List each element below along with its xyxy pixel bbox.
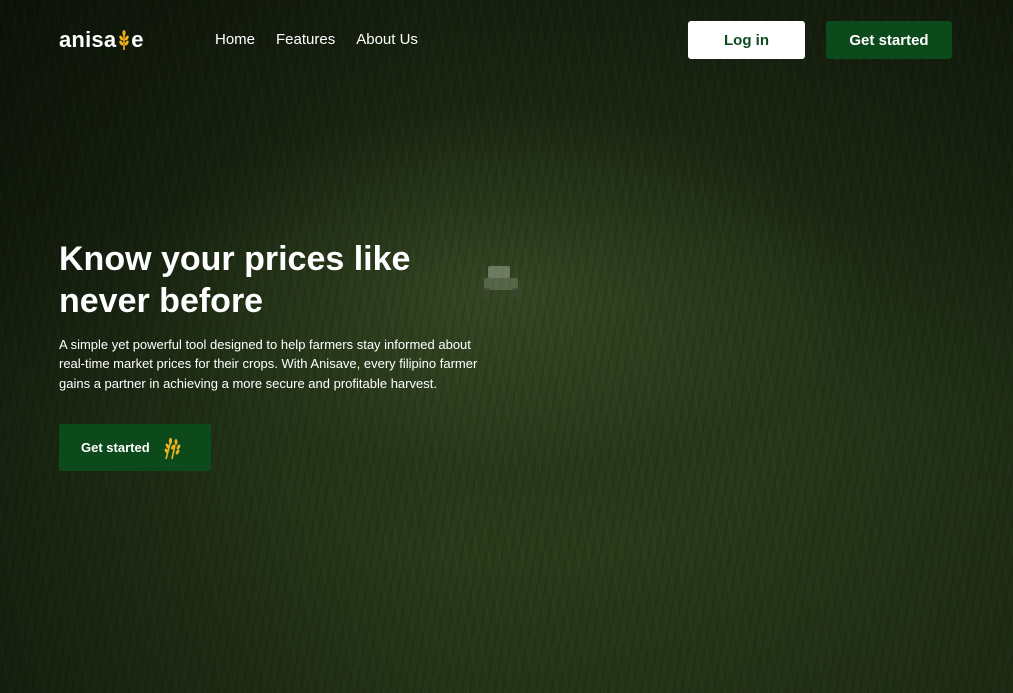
landing-page: anisa e Home Features About Us Log in Ge…	[0, 0, 1013, 693]
logo-text-end: e	[131, 27, 144, 52]
login-button[interactable]: Log in	[688, 21, 805, 59]
nav-get-started-button[interactable]: Get started	[826, 21, 952, 59]
brand-logo[interactable]: anisa e	[59, 26, 144, 54]
wheat-icon	[119, 30, 129, 50]
top-navigation: anisa e Home Features About Us Log in Ge…	[0, 0, 1013, 82]
logo-text-start: anisa	[59, 27, 117, 52]
nav-links: Home Features About Us	[215, 31, 418, 48]
hero-get-started-label: Get started	[81, 440, 150, 455]
wheat-icon	[164, 437, 181, 459]
hero-get-started-button[interactable]: Get started	[59, 424, 211, 471]
nav-link-home[interactable]: Home	[215, 31, 255, 48]
hero-title: Know your prices like never before	[59, 240, 411, 320]
nav-link-about-us[interactable]: About Us	[356, 31, 418, 48]
hero-description: A simple yet powerful tool designed to h…	[59, 337, 478, 391]
nav-link-features[interactable]: Features	[276, 31, 335, 48]
